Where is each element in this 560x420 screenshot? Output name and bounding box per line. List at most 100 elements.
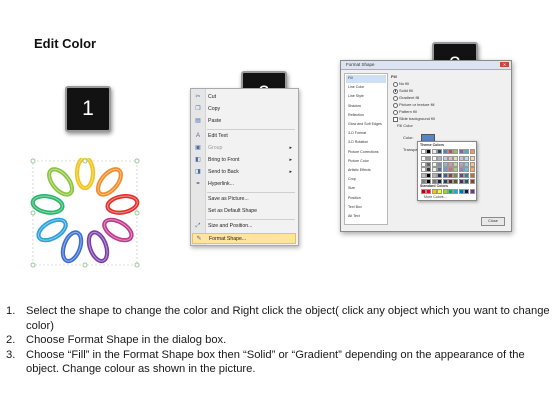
color-swatch[interactable] (453, 161, 459, 167)
resize-handle[interactable] (30, 158, 36, 164)
color-swatch[interactable] (464, 172, 470, 178)
color-swatch[interactable] (448, 178, 453, 184)
fill-radio[interactable] (393, 81, 398, 87)
menu-item[interactable]: Save as Picture... (192, 194, 296, 205)
color-swatch[interactable] (458, 172, 464, 178)
color-swatch[interactable] (442, 156, 448, 162)
color-swatch[interactable] (464, 161, 470, 167)
color-swatch[interactable] (426, 188, 432, 194)
color-swatch[interactable] (426, 156, 432, 162)
fill-radio[interactable] (393, 109, 398, 115)
fill-radio[interactable] (393, 88, 398, 94)
menu-item[interactable]: ✎ Format Shape... (192, 233, 296, 244)
color-swatch[interactable] (469, 167, 475, 173)
color-swatch[interactable] (469, 149, 475, 154)
color-swatch[interactable] (469, 178, 475, 184)
category-item[interactable]: Artistic Effects (346, 167, 386, 175)
resize-handle[interactable] (134, 210, 140, 216)
menu-item[interactable]: A Edit Text (192, 131, 296, 142)
color-swatch[interactable] (426, 172, 432, 178)
color-swatch[interactable] (437, 172, 443, 178)
color-swatch[interactable] (453, 188, 459, 194)
color-swatch[interactable] (426, 178, 432, 184)
color-swatch[interactable] (469, 156, 475, 162)
resize-handle[interactable] (30, 210, 36, 216)
color-swatch[interactable] (431, 188, 437, 194)
category-item[interactable]: Alt Text (346, 213, 386, 221)
color-swatch[interactable] (448, 167, 453, 173)
menu-item[interactable]: ⤢ Size and Position... (192, 221, 296, 232)
color-swatch[interactable] (442, 161, 448, 167)
color-swatch[interactable] (437, 156, 443, 162)
color-swatch[interactable] (458, 149, 464, 154)
color-swatch[interactable] (458, 188, 464, 194)
fill-radio[interactable] (393, 102, 398, 108)
color-swatch[interactable] (421, 178, 426, 184)
color-swatch[interactable] (442, 172, 448, 178)
color-swatch[interactable] (453, 172, 459, 178)
color-swatch[interactable] (448, 156, 453, 162)
color-swatch[interactable] (464, 167, 470, 173)
resize-handle[interactable] (82, 158, 88, 164)
category-item[interactable]: Line Style (346, 93, 386, 101)
color-swatch[interactable] (442, 188, 448, 194)
color-swatch[interactable] (469, 161, 475, 167)
color-swatch[interactable] (431, 149, 437, 154)
color-swatch[interactable] (464, 178, 470, 184)
color-swatch[interactable] (453, 167, 459, 173)
color-swatch[interactable] (437, 188, 443, 194)
category-item[interactable]: Size (346, 185, 386, 193)
close-button[interactable]: Close (481, 217, 505, 226)
color-swatch[interactable] (421, 156, 426, 162)
color-swatch[interactable] (442, 149, 448, 154)
color-swatch[interactable] (437, 167, 443, 173)
color-swatch[interactable] (448, 188, 453, 194)
menu-item[interactable]: ✂ Cut (192, 92, 296, 103)
fill-checkbox[interactable] (393, 116, 398, 122)
resize-handle[interactable] (134, 158, 140, 164)
category-item[interactable]: Crop (346, 176, 386, 184)
more-colors-link[interactable]: More Colors... (424, 195, 447, 199)
color-swatch[interactable] (448, 149, 453, 154)
chain-ring-shape[interactable] (30, 158, 140, 268)
color-swatch[interactable] (421, 167, 426, 173)
color-swatch[interactable] (431, 178, 437, 184)
category-item[interactable]: 3-D Rotation (346, 139, 386, 147)
category-item[interactable]: Line Color (346, 84, 386, 92)
color-swatch[interactable] (437, 178, 443, 184)
color-swatch[interactable] (448, 172, 453, 178)
color-swatch[interactable] (426, 161, 432, 167)
color-swatch[interactable] (421, 149, 426, 154)
color-swatch[interactable] (469, 188, 475, 194)
category-item[interactable]: Text Box (346, 204, 386, 212)
menu-item[interactable]: ❐ Copy (192, 104, 296, 115)
category-item[interactable]: Glow and Soft Edges (346, 121, 386, 129)
color-swatch[interactable] (458, 161, 464, 167)
category-item[interactable]: Reflection (346, 112, 386, 120)
resize-handle[interactable] (82, 262, 88, 268)
color-swatch[interactable] (421, 172, 426, 178)
menu-item[interactable]: Set as Default Shape (192, 206, 296, 217)
menu-item[interactable]: ▤ Paste (192, 116, 296, 127)
color-swatch[interactable] (426, 167, 432, 173)
fill-radio[interactable] (393, 95, 398, 101)
color-swatch[interactable] (464, 149, 470, 154)
color-swatch[interactable] (431, 156, 437, 162)
color-swatch[interactable] (431, 161, 437, 167)
menu-item[interactable]: ◨ Send to Back ▸ (192, 167, 296, 178)
category-item[interactable]: Position (346, 195, 386, 203)
menu-item[interactable]: ⚭ Hyperlink... (192, 179, 296, 190)
color-swatch[interactable] (431, 172, 437, 178)
category-item[interactable]: Picture Corrections (346, 149, 386, 157)
category-item[interactable]: Shadow (346, 103, 386, 111)
resize-handle[interactable] (134, 262, 140, 268)
category-item[interactable]: Fill (346, 75, 386, 83)
color-swatch[interactable] (426, 149, 432, 154)
color-swatch[interactable] (464, 188, 470, 194)
color-swatch[interactable] (469, 172, 475, 178)
category-item[interactable]: Picture Color (346, 158, 386, 166)
menu-item[interactable]: ◧ Bring to Front ▸ (192, 155, 296, 166)
color-swatch[interactable] (442, 167, 448, 173)
color-swatch[interactable] (437, 149, 443, 154)
color-swatch[interactable] (453, 149, 459, 154)
